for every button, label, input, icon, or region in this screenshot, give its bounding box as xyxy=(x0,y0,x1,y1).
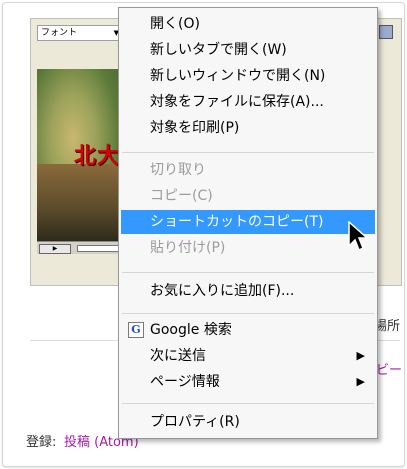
menu-item-open[interactable]: 開く(O) xyxy=(121,12,375,36)
google-g-icon: G xyxy=(128,322,144,338)
submenu-arrow-icon: ▶ xyxy=(356,349,365,362)
seek-slider[interactable] xyxy=(77,245,119,252)
menu-item-save-target[interactable]: 対象をファイルに保存(A)... xyxy=(121,90,375,114)
menu-item-send-to[interactable]: 次に送信 ▶ xyxy=(121,344,375,368)
submenu-arrow-icon: ▶ xyxy=(356,375,365,388)
menu-item-open-new-tab[interactable]: 新しいタブで開く(W) xyxy=(121,38,375,62)
menu-item-add-favorites[interactable]: お気に入りに追加(F)... xyxy=(121,279,375,303)
menu-item-label: Google 検索 xyxy=(150,322,232,338)
menu-separator xyxy=(122,403,374,404)
toolbar-image-icon[interactable] xyxy=(379,25,393,39)
menu-item-paste: 貼り付け(P) xyxy=(150,240,226,256)
context-menu: 開く(O) 新しいタブで開く(W) 新しいウィンドウで開く(N) 対象をファイル… xyxy=(118,7,378,439)
footer-label: 登録: xyxy=(26,435,57,450)
menu-item-open-new-window[interactable]: 新しいウィンドウで開く(N) xyxy=(121,64,375,88)
menu-item-copy-shortcut[interactable]: ショートカットのコピー(T) xyxy=(121,210,375,234)
menu-item-google-search[interactable]: G Google 検索 xyxy=(121,318,375,342)
menu-item-label: 次に送信 xyxy=(150,348,206,364)
media-controls: ▶ xyxy=(37,241,127,254)
menu-separator xyxy=(122,313,374,314)
mouse-pointer-icon xyxy=(348,221,369,252)
menu-item-cut: 切り取り xyxy=(150,162,206,178)
menu-item-label: ページ情報 xyxy=(150,374,220,390)
font-dropdown-label: フォント xyxy=(41,28,78,38)
menu-separator xyxy=(122,272,374,273)
menu-item-page-info[interactable]: ページ情報 ▶ xyxy=(121,370,375,394)
photo-caption: 北大 xyxy=(74,144,121,169)
play-button[interactable]: ▶ xyxy=(39,244,71,254)
menu-item-print-target[interactable]: 対象を印刷(P) xyxy=(121,116,375,140)
tree-trunk xyxy=(37,164,127,241)
font-dropdown[interactable]: フォント ▼ xyxy=(37,25,122,41)
side-link-right[interactable]: ビー xyxy=(376,359,402,378)
menu-item-properties[interactable]: プロパティ(R) xyxy=(121,410,375,434)
menu-separator xyxy=(122,152,374,153)
menu-item-copy: コピー(C) xyxy=(150,188,213,204)
